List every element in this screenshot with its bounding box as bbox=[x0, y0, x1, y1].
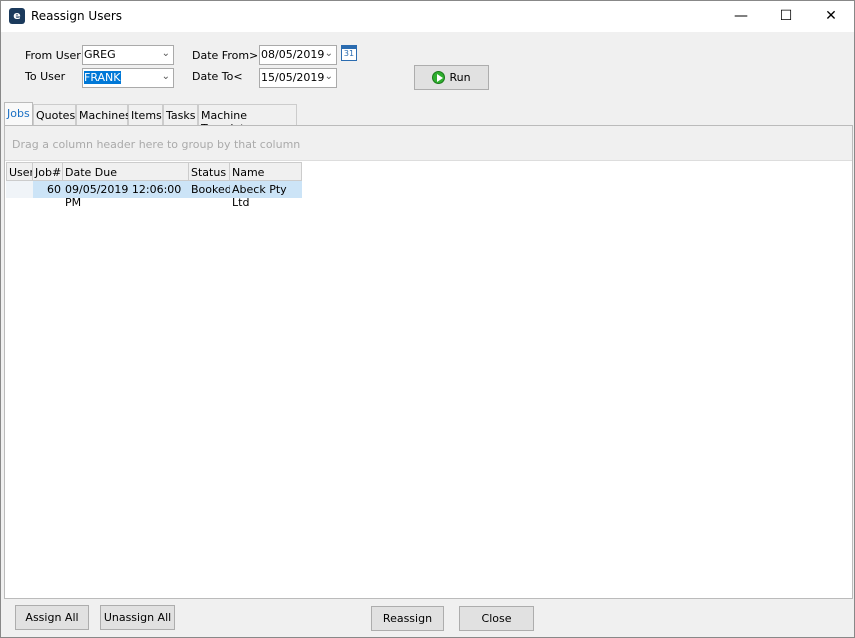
column-header-date-due[interactable]: Date Due bbox=[62, 162, 189, 181]
date-to-label: Date To< bbox=[192, 70, 243, 83]
chevron-down-icon: ⌄ bbox=[161, 71, 170, 82]
run-button[interactable]: Run bbox=[414, 65, 489, 90]
chevron-down-icon: ⌄ bbox=[324, 71, 333, 82]
tab-items[interactable]: Items bbox=[128, 104, 163, 125]
play-icon bbox=[432, 71, 446, 84]
date-from-picker[interactable]: 08/05/2019 ⌄ bbox=[259, 45, 337, 65]
window-title: Reassign Users bbox=[31, 9, 123, 23]
group-by-area[interactable]: Drag a column header here to group by th… bbox=[5, 126, 852, 161]
to-user-value: FRANK bbox=[84, 71, 121, 84]
tab-machine-templates[interactable]: Machine Templates bbox=[198, 104, 297, 135]
to-user-label: To User bbox=[25, 70, 66, 83]
column-header-status[interactable]: Status bbox=[188, 162, 230, 181]
tab-quotes[interactable]: Quotes bbox=[33, 104, 76, 125]
footer-bar: Assign All Unassign All Reassign Close bbox=[1, 599, 854, 637]
assign-all-button[interactable]: Assign All bbox=[15, 605, 89, 630]
close-window-button[interactable]: ✕ bbox=[808, 1, 854, 32]
cell-user[interactable] bbox=[6, 181, 33, 198]
cell-job[interactable]: 60 bbox=[33, 181, 63, 198]
unassign-all-button[interactable]: Unassign All bbox=[100, 605, 175, 630]
date-to-picker[interactable]: 15/05/2019 ⌄ bbox=[259, 68, 337, 88]
calendar-icon[interactable]: 31 bbox=[341, 45, 357, 61]
chevron-down-icon: ⌄ bbox=[324, 48, 333, 59]
title-bar: e Reassign Users — ☐ ✕ bbox=[1, 1, 854, 32]
maximize-button[interactable]: ☐ bbox=[763, 1, 809, 32]
cell-date-due[interactable]: 09/05/2019 12:06:00 PM bbox=[63, 181, 189, 209]
cell-status[interactable]: Booked bbox=[189, 181, 232, 198]
tab-machines[interactable]: Machines bbox=[76, 104, 131, 125]
from-user-select[interactable]: GREG ⌄ bbox=[82, 45, 174, 65]
reassign-button[interactable]: Reassign bbox=[371, 606, 444, 631]
jobs-grid-panel: Drag a column header here to group by th… bbox=[4, 125, 853, 599]
column-header-user[interactable]: User bbox=[6, 162, 34, 181]
tab-jobs[interactable]: Jobs bbox=[4, 102, 33, 126]
from-user-value: GREG bbox=[84, 48, 116, 61]
column-header-job[interactable]: Job# bbox=[32, 162, 63, 181]
date-from-label: Date From> bbox=[192, 49, 259, 62]
run-label: Run bbox=[449, 71, 471, 84]
date-from-value: 08/05/2019 bbox=[261, 48, 325, 61]
column-header-name[interactable]: Name bbox=[229, 162, 302, 181]
chevron-down-icon: ⌄ bbox=[161, 48, 170, 59]
close-button[interactable]: Close bbox=[459, 606, 534, 631]
minimize-button[interactable]: — bbox=[718, 1, 764, 32]
date-to-value: 15/05/2019 bbox=[261, 71, 325, 84]
reassign-users-window: e Reassign Users — ☐ ✕ From User GREG ⌄ T… bbox=[0, 0, 855, 638]
cell-name[interactable]: Abeck Pty Ltd bbox=[230, 181, 302, 209]
tab-tasks[interactable]: Tasks bbox=[163, 104, 198, 125]
from-user-label: From User bbox=[25, 49, 81, 62]
to-user-select[interactable]: FRANK ⌄ bbox=[82, 68, 174, 88]
app-logo-icon: e bbox=[9, 8, 25, 24]
